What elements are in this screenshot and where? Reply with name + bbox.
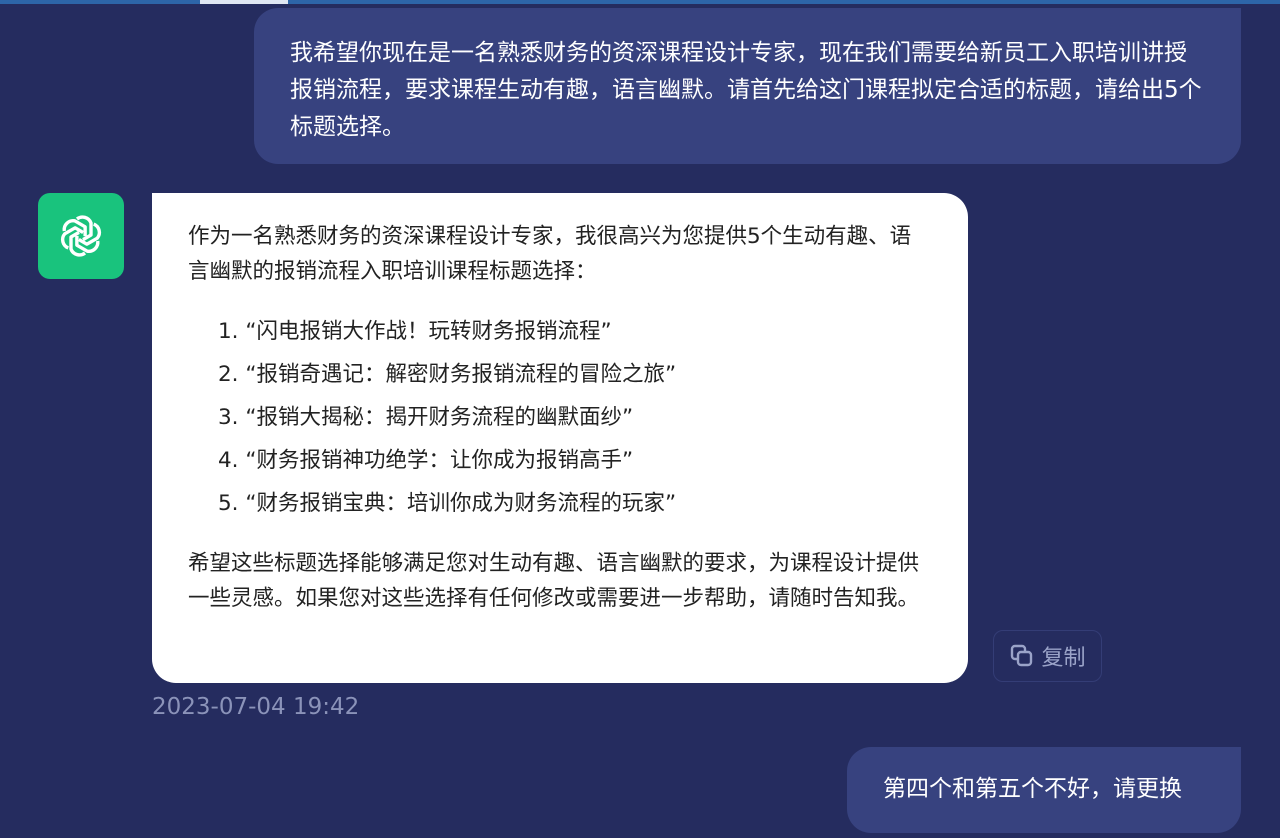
assistant-intro-text: 作为一名熟悉财务的资深课程设计专家，我很高兴为您提供5个生动有趣、语言幽默的报销… [188, 224, 912, 284]
list-item: 4. “财务报销神功绝学：让你成为报销高手” [218, 448, 634, 473]
assistant-message-bubble: 作为一名熟悉财务的资深课程设计专家，我很高兴为您提供5个生动有趣、语言幽默的报销… [152, 193, 968, 683]
user-message-bubble: 第四个和第五个不好，请更换 [847, 747, 1241, 833]
list-item: 5. “财务报销宝典：培训你成为财务流程的玩家” [218, 491, 677, 516]
list-item: 2. “报销奇遇记：解密财务报销流程的冒险之旅” [218, 362, 677, 387]
assistant-avatar [38, 193, 124, 279]
message-timestamp: 2023-07-04 19:42 [152, 694, 360, 720]
copy-icon [1011, 644, 1033, 667]
copy-button-label: 复制 [1041, 646, 1086, 671]
window-top-bar [0, 0, 1280, 4]
openai-logo-icon [60, 215, 102, 257]
list-item: 1. “闪电报销大作战！玩转财务报销流程” [218, 319, 612, 344]
copy-button[interactable]: 复制 [993, 630, 1102, 682]
title-options-list: 1. “闪电报销大作战！玩转财务报销流程” 2. “报销奇遇记：解密财务报销流程… [188, 310, 932, 525]
list-item: 3. “报销大揭秘：揭开财务流程的幽默面纱” [218, 405, 634, 430]
assistant-outro-text: 希望这些标题选择能够满足您对生动有趣、语言幽默的要求，为课程设计提供一些灵感。如… [188, 551, 920, 611]
active-tab-indicator[interactable] [200, 0, 288, 4]
user-message-bubble: 我希望你现在是一名熟悉财务的资深课程设计专家，现在我们需要给新员工入职培训讲授 … [254, 8, 1241, 164]
